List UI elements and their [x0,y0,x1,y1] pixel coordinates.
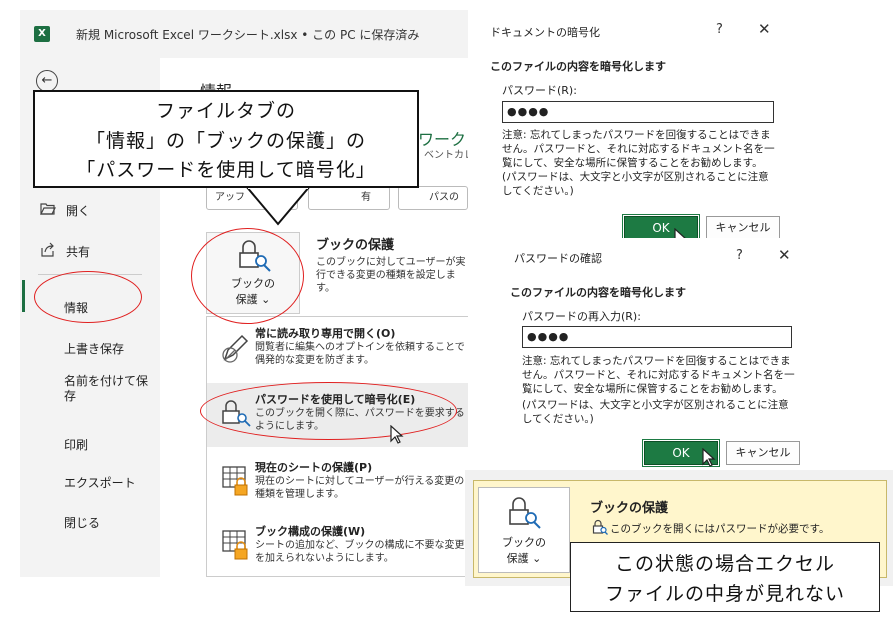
protect-button-label-line2: 保護 ⌄ [235,293,271,306]
excel-logo-icon: X [34,26,50,42]
cancel-button[interactable]: キャンセル [706,216,780,240]
note-line-1: この状態の場合エクセル [614,553,835,575]
protect-button-label-line2: 保護 ⌄ [506,552,542,565]
callout-line-1: ファイルタブの [155,100,296,122]
nav-divider [38,274,142,275]
dialog-heading: このファイルの内容を暗号化します [490,60,666,73]
menu-item-protect-sheet[interactable]: 現在のシートの保護(P) 現在のシートに対してユーザーが行える変更の種類を管理し… [207,451,468,515]
close-icon[interactable]: ✕ [758,20,771,38]
lock-key-icon [239,240,271,272]
menu-item-desc: 閲覧者に編集へのオプトインを依頼することで偶発的な変更を防ぎます。 [255,342,465,366]
dialog-case-note: (パスワードは、大文字と小文字が区別されることに注意してください。) [522,399,789,425]
callout-line-3: 「パスワードを使用して暗号化」 [76,159,376,181]
instruction-callout: ファイルタブの 「情報」の「ブックの保護」の 「パスワードを使用して暗号化」 [33,90,419,188]
menu-item-title: ブック構成の保護(W) [255,525,366,538]
nav-item-save-as[interactable]: 名前を付けて保存 [64,374,148,404]
reenter-password-field[interactable]: ●●●● [522,326,792,348]
menu-item-desc: 現在のシートに対してユーザーが行える変更の種類を管理します。 [255,476,465,500]
menu-item-title: 現在のシートの保護(P) [255,461,373,474]
back-arrow-icon[interactable]: ← [36,70,58,92]
title-bar: X 新規 Microsoft Excel ワークシート.xlsx • この PC… [20,10,468,58]
pencil-slash-icon [222,334,249,363]
copy-path-button[interactable]: パスの [398,186,468,210]
nav-item-print[interactable]: 印刷 [64,438,148,453]
nav-item-export[interactable]: エクスポート [64,476,148,491]
menu-item-desc: このブックを開く際に、パスワードを要求するようにします。 [255,408,465,432]
dialog-case-note: (パスワードは、大文字と小文字が区別されることに注意してください。) [502,171,769,197]
share-pill-button[interactable]: 有 [308,186,390,210]
lock-key-icon [509,497,541,529]
nav-item-label: 共有 [66,245,91,259]
folder-open-icon [40,202,56,219]
explanation-note: この状態の場合エクセル ファイルの中身が見れない [570,542,880,612]
protect-description: このブックに対してユーザーが実行できる変更の種類を設定しま す。 [316,257,466,294]
callout-line-2: 「情報」の「ブックの保護」の [85,130,366,152]
dialog-title: パスワードの確認 [514,252,602,265]
password-field[interactable]: ●●●● [502,101,774,123]
callout-tail [245,186,311,226]
protect-status-text: このブックを開くにはパスワードが必要です。 [610,523,830,535]
protect-dropdown-menu: 常に読み取り専用で開く(O) 閲覧者に編集へのオプトインを依頼することで偶発的な… [206,316,468,577]
note-line-2: ファイルの中身が見れない [604,583,845,605]
nav-item-info[interactable]: 情報 [64,301,148,316]
nav-item-label: 開く [66,204,91,218]
menu-item-desc: シートの追加など、ブックの構成に不要な変更を加えられないようにします。 [255,540,465,564]
help-icon[interactable]: ? [716,22,723,37]
workbook-path: ベントカレ [424,150,468,161]
menu-item-title: 常に読み取り専用で開く(O) [255,327,396,340]
protect-heading: ブックの保護 [316,238,395,253]
mouse-cursor-icon [702,448,716,467]
menu-item-title: パスワードを使用して暗号化(E) [255,393,416,406]
cancel-button[interactable]: キャンセル [726,441,800,465]
protect-workbook-button[interactable]: ブックの 保護 ⌄ [478,487,570,573]
menu-item-protect-structure[interactable]: ブック構成の保護(W) シートの追加など、ブックの構成に不要な変更を加えられない… [207,515,468,577]
window-title: 新規 Microsoft Excel ワークシート.xlsx • この PC に… [76,28,420,42]
close-icon[interactable]: ✕ [778,246,791,264]
protect-heading: ブックの保護 [590,501,669,516]
protect-button-label-line1: ブックの [231,277,275,290]
nav-item-share[interactable]: 共有 [40,242,90,261]
menu-item-read-only[interactable]: 常に読み取り専用で開く(O) 閲覧者に編集へのオプトインを依頼することで偶発的な… [207,317,468,381]
dialog-warning: 注意: 忘れてしまったパスワードを回復することはできません。パスワードと、それに… [502,129,775,169]
nav-item-save[interactable]: 上書き保存 [64,342,148,357]
dialog-warning: 注意: 忘れてしまったパスワードを回復することはできません。パスワードと、それに… [522,355,795,395]
password-label: パスワード(R): [502,84,577,97]
protect-button-label-line1: ブックの [502,536,546,549]
nav-item-close[interactable]: 閉じる [64,516,148,531]
confirm-password-dialog: パスワードの確認 ? ✕ このファイルの内容を暗号化します パスワードの再入力(… [498,238,816,472]
nav-selected-indicator [22,280,25,312]
mouse-cursor-icon [390,425,404,444]
lock-key-small-icon [592,519,608,535]
encrypt-document-dialog: ドキュメントの暗号化 ? ✕ このファイルの内容を暗号化します パスワード(R)… [478,12,790,247]
structure-lock-icon [222,530,248,560]
share-icon [40,242,56,261]
lock-key-icon [222,400,251,427]
reenter-password-label: パスワードの再入力(R): [522,310,641,323]
help-icon[interactable]: ? [736,248,743,263]
sheet-lock-icon [222,466,248,496]
dialog-heading: このファイルの内容を暗号化します [510,286,686,299]
protect-workbook-button[interactable]: ブックの 保護 ⌄ [206,232,300,314]
nav-item-open[interactable]: 開く [40,202,90,219]
dialog-title: ドキュメントの暗号化 [490,26,600,39]
menu-item-encrypt-password[interactable]: パスワードを使用して暗号化(E) このブックを開く際に、パスワードを要求するよう… [207,383,468,447]
